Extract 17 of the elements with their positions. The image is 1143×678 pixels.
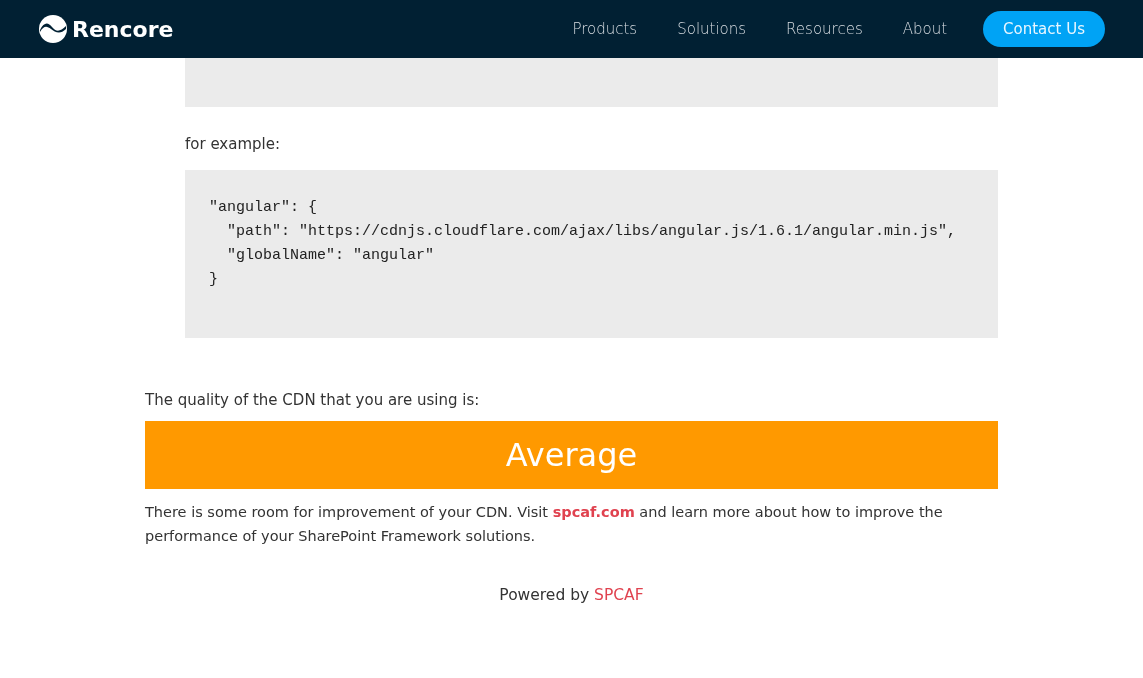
nav-link[interactable]: Resources [786, 20, 863, 38]
nav-link[interactable]: Products [572, 20, 638, 38]
nav-link[interactable]: Solutions [677, 20, 747, 38]
example-label: for example: [185, 134, 281, 155]
logo-icon [38, 14, 68, 44]
code-line: } [209, 270, 219, 290]
powered-by-text: Powered by SPCAF [498, 586, 645, 604]
spcaf-link[interactable]: spcaf.com [552, 504, 635, 520]
code-line: "path": "https://cdnjs.cloudflare.com/ajax/libs/angular.js/1.6.1/angular.min.js", [226, 222, 958, 242]
advice-text: There is some room for improvement of your CDN. Visit spcaf.com and learn more about how to improve the performance of your SharePoint Framework solutions. [145, 503, 944, 546]
code-line: "globalName": "angular" [226, 246, 436, 266]
logo-text[interactable]: Rencore [72, 16, 174, 42]
quality-rating-banner: Average [145, 421, 998, 489]
quality-label: The quality of the CDN that you are using is: [145, 391, 481, 409]
spcaf-link[interactable]: SPCAF [594, 586, 644, 604]
code-line: "angular": { [209, 198, 319, 218]
nav-link[interactable]: About [902, 20, 948, 38]
